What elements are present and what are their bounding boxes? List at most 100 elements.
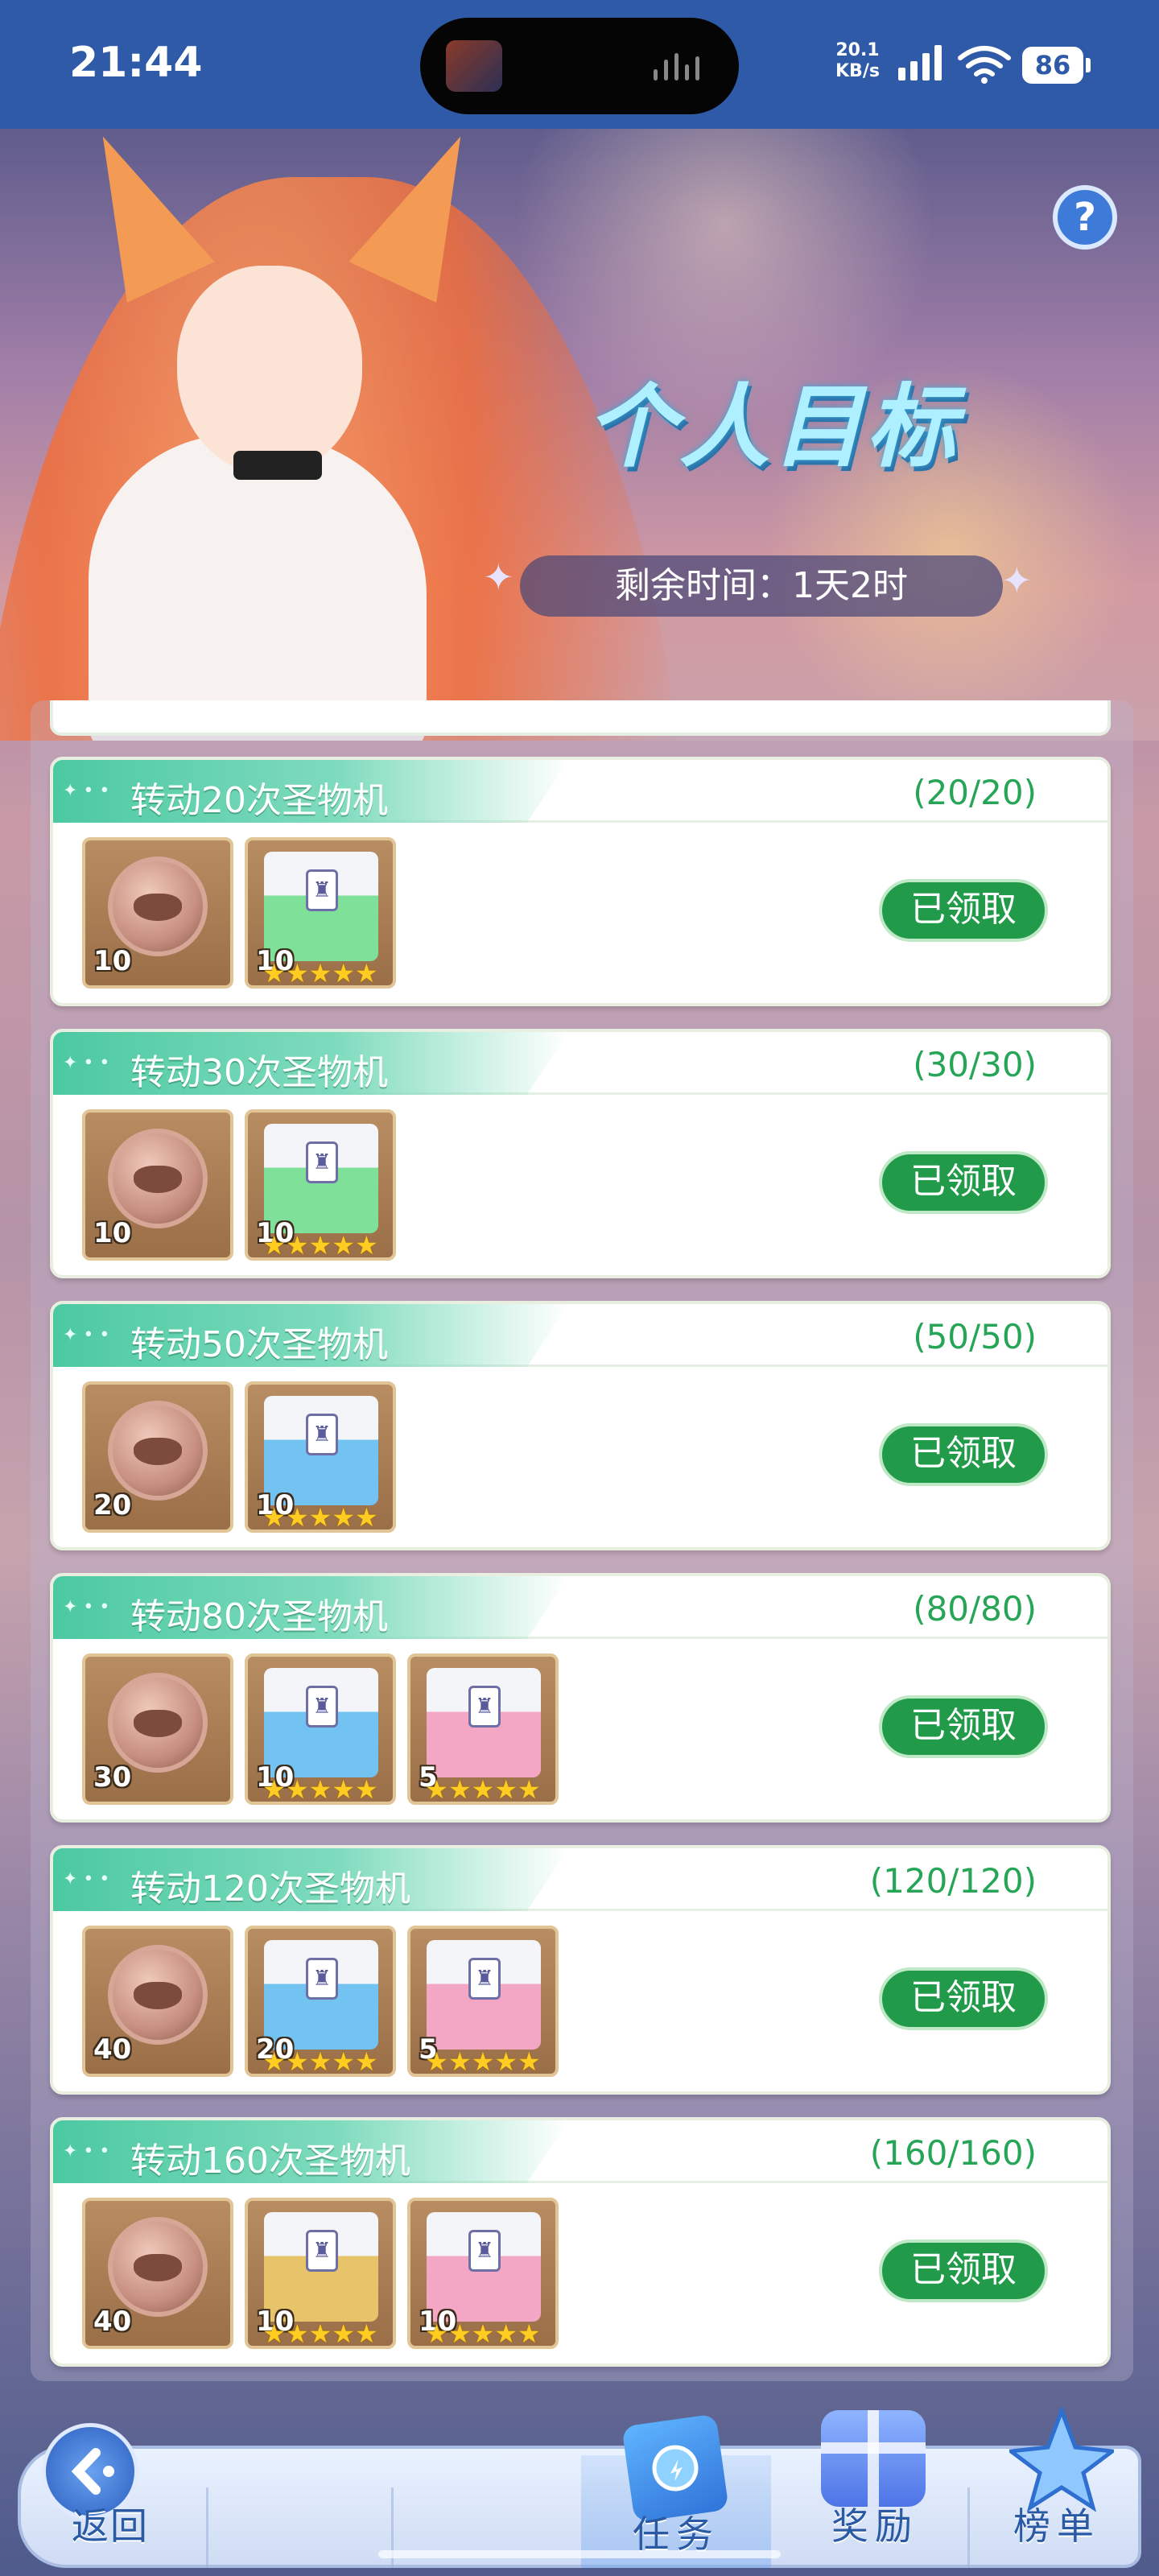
reward-list: 10 ♜ 10 ★★★★★ xyxy=(82,837,396,989)
claimed-button[interactable]: 已领取 xyxy=(879,1151,1048,1214)
task-card: ✦ • • 转动20次圣物机 (20/20) 10 ♜ 10 ★★★★★ 已领取 xyxy=(50,757,1111,1006)
task-header: ✦ • • 转动50次圣物机 (50/50) xyxy=(53,1304,1107,1367)
task-progress: (80/80) xyxy=(913,1589,1037,1629)
rarity-stars: ★★★★★ xyxy=(425,2318,541,2349)
ribbon-dots-icon: ✦ • • xyxy=(63,781,110,801)
signal-icon xyxy=(898,45,942,80)
task-progress: (20/20) xyxy=(913,773,1037,812)
reward-count: 40 xyxy=(93,2306,132,2338)
reward-item[interactable]: ♜ 10 ★★★★★ xyxy=(245,837,396,989)
tab-rankings-label: 榜单 xyxy=(1013,2504,1100,2548)
ribbon-dots-icon: ✦ • • xyxy=(63,2141,110,2161)
nav-divider xyxy=(967,2487,970,2568)
rarity-stars: ★★★★★ xyxy=(425,1774,541,1805)
tab-rewards[interactable]: 奖励 xyxy=(782,2410,967,2568)
reward-count: 30 xyxy=(93,1761,132,1794)
tab-rewards-label: 奖励 xyxy=(831,2504,918,2548)
task-title: 转动30次圣物机 xyxy=(130,1052,388,1093)
rarity-stars: ★★★★★ xyxy=(262,1502,378,1533)
reward-item[interactable]: 40 xyxy=(82,2198,233,2349)
task-title: 转动80次圣物机 xyxy=(130,1596,388,1637)
reward-list: 40 ♜ 20 ★★★★★ ♜ 5 ★★★★★ xyxy=(82,1926,559,2077)
reward-list: 30 ♜ 10 ★★★★★ ♜ 5 ★★★★★ xyxy=(82,1653,559,1805)
dynamic-island[interactable] xyxy=(420,18,739,114)
character-body xyxy=(89,435,427,741)
net-speed-unit: KB/s xyxy=(835,61,880,81)
reward-count: 20 xyxy=(93,1489,132,1521)
task-header: ✦ • • 转动120次圣物机 (120/120) xyxy=(53,1848,1107,1911)
audio-wave-icon xyxy=(654,53,710,80)
task-title: 转动120次圣物机 xyxy=(130,1868,410,1909)
back-label: 返回 xyxy=(72,2504,149,2548)
reward-list: 20 ♜ 10 ★★★★★ xyxy=(82,1381,396,1533)
home-indicator xyxy=(378,2550,781,2558)
reward-item[interactable]: ♜ 10 ★★★★★ xyxy=(407,2198,559,2349)
ribbon-dots-icon: ✦ • • xyxy=(63,1597,110,1617)
task-progress: (120/120) xyxy=(869,1861,1037,1901)
rarity-stars: ★★★★★ xyxy=(262,1774,378,1805)
reward-count: 10 xyxy=(93,1217,132,1249)
back-button[interactable]: 返回 xyxy=(18,2423,203,2568)
task-card-partial xyxy=(50,700,1111,736)
relic-box-icon: ♜ xyxy=(427,1940,541,2050)
task-progress: (160/160) xyxy=(869,2133,1037,2173)
task-title: 转动50次圣物机 xyxy=(130,1324,388,1365)
task-progress: (50/50) xyxy=(913,1317,1037,1356)
battery-icon: 86 xyxy=(1022,47,1083,84)
claimed-button[interactable]: 已领取 xyxy=(879,1695,1048,1758)
ribbon-dots-icon: ✦ • • xyxy=(63,1869,110,1889)
reward-item[interactable]: 10 xyxy=(82,837,233,989)
reward-item[interactable]: ♜ 10 ★★★★★ xyxy=(245,2198,396,2349)
reward-item[interactable]: ♜ 5 ★★★★★ xyxy=(407,1653,559,1805)
page-title: 个人目标 xyxy=(586,375,959,480)
lips-coin-icon xyxy=(108,1945,208,2045)
lips-coin-icon xyxy=(108,2217,208,2317)
claimed-button[interactable]: 已领取 xyxy=(879,1967,1048,2030)
reward-item[interactable]: ♜ 10 ★★★★★ xyxy=(245,1653,396,1805)
time-remaining: 剩余时间：1天2时 xyxy=(520,555,1003,617)
task-header: ✦ • • 转动80次圣物机 (80/80) xyxy=(53,1576,1107,1639)
lips-coin-icon xyxy=(108,1129,208,1228)
task-card: ✦ • • 转动80次圣物机 (80/80) 30 ♜ 10 ★★★★★ ♜ 5 ★★★★★ 已领取 xyxy=(50,1573,1111,1823)
sparkle-icon: ✦ xyxy=(483,555,514,599)
task-header: ✦ • • 转动20次圣物机 (20/20) xyxy=(53,760,1107,823)
bottom-nav: 返回 任务 奖励 榜单 xyxy=(18,2405,1141,2568)
task-card: ✦ • • 转动50次圣物机 (50/50) 20 ♜ 10 ★★★★★ 已领取 xyxy=(50,1301,1111,1550)
reward-item[interactable]: 40 xyxy=(82,1926,233,2077)
gift-box-icon xyxy=(821,2410,926,2507)
help-icon[interactable]: ? xyxy=(1053,185,1117,250)
reward-list: 40 ♜ 10 ★★★★★ ♜ 10 ★★★★★ xyxy=(82,2198,559,2349)
reward-list: 10 ♜ 10 ★★★★★ xyxy=(82,1109,396,1261)
reward-item[interactable]: ♜ 5 ★★★★★ xyxy=(407,1926,559,2077)
task-title: 转动160次圣物机 xyxy=(130,2140,410,2182)
reward-item[interactable]: ♜ 10 ★★★★★ xyxy=(245,1109,396,1261)
claimed-button[interactable]: 已领取 xyxy=(879,2240,1048,2302)
battery-tip xyxy=(1086,58,1091,72)
reward-item[interactable]: 20 xyxy=(82,1381,233,1533)
task-card: ✦ • • 转动30次圣物机 (30/30) 10 ♜ 10 ★★★★★ 已领取 xyxy=(50,1029,1111,1278)
lips-coin-icon xyxy=(108,857,208,956)
task-card: ✦ • • 转动120次圣物机 (120/120) 40 ♜ 20 ★★★★★ ♜ 5 ★★★★★… xyxy=(50,1845,1111,2095)
rarity-stars: ★★★★★ xyxy=(262,958,378,989)
rarity-stars: ★★★★★ xyxy=(425,2046,541,2077)
reward-item[interactable]: ♜ 10 ★★★★★ xyxy=(245,1381,396,1533)
net-speed-value: 20.1 xyxy=(835,40,880,60)
reward-item[interactable]: 30 xyxy=(82,1653,233,1805)
ribbon-dots-icon: ✦ • • xyxy=(63,1053,110,1073)
sparkle-icon: ✦ xyxy=(1001,559,1033,602)
rarity-stars: ★★★★★ xyxy=(262,1230,378,1261)
reward-item[interactable]: 10 xyxy=(82,1109,233,1261)
reward-item[interactable]: ♜ 20 ★★★★★ xyxy=(245,1926,396,2077)
status-bar: 21:44 20.1 KB/s 86 xyxy=(0,0,1159,129)
tab-rankings[interactable]: 榜单 xyxy=(972,2405,1141,2568)
task-header: ✦ • • 转动30次圣物机 (30/30) xyxy=(53,1032,1107,1095)
ribbon-dots-icon: ✦ • • xyxy=(63,1325,110,1345)
rarity-stars: ★★★★★ xyxy=(262,2318,378,2349)
claimed-button[interactable]: 已领取 xyxy=(879,1423,1048,1486)
task-title: 转动20次圣物机 xyxy=(130,780,388,821)
nav-divider xyxy=(206,2487,208,2568)
character-collar xyxy=(233,451,322,480)
lips-coin-icon xyxy=(108,1673,208,1773)
claimed-button[interactable]: 已领取 xyxy=(879,879,1048,942)
relic-box-icon: ♜ xyxy=(427,1668,541,1777)
